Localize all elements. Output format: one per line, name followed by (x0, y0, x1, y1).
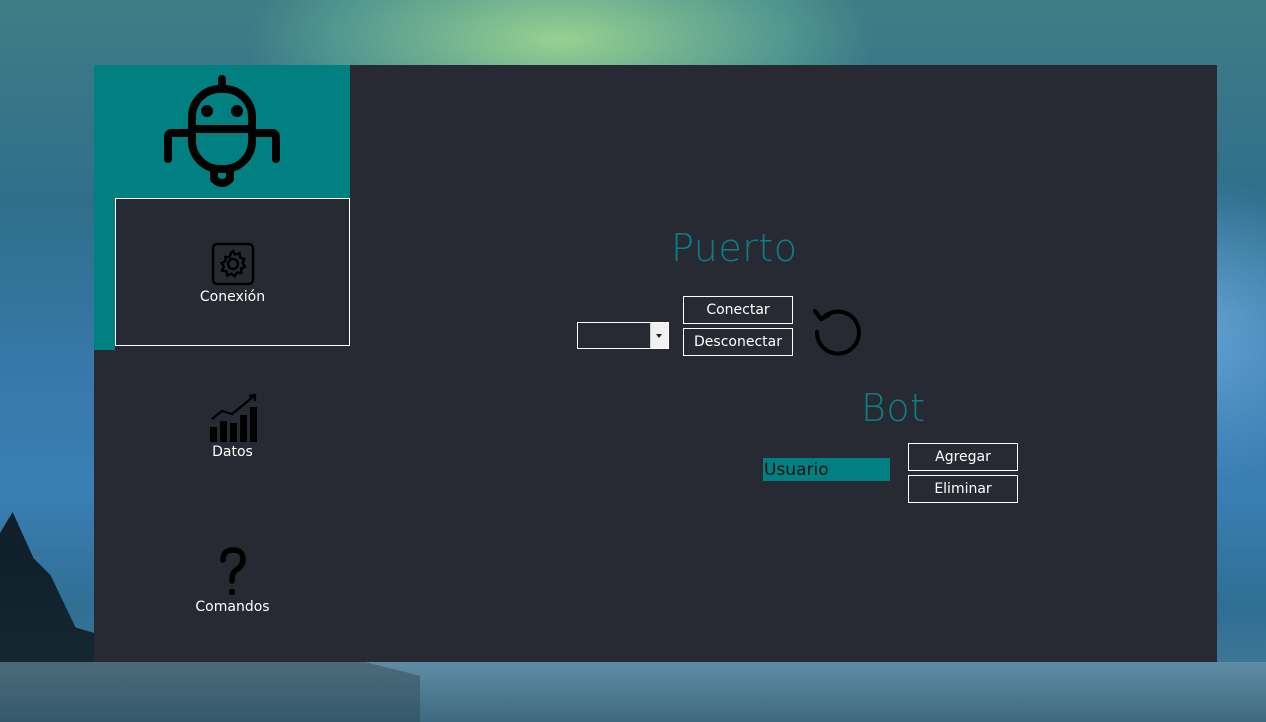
remove-button[interactable]: Eliminar (908, 475, 1018, 503)
nav-item-conexion[interactable]: Conexión (115, 198, 350, 346)
gear-icon (211, 242, 254, 286)
robot-icon (164, 75, 280, 187)
question-icon (219, 547, 246, 596)
nav-item-comandos[interactable]: Comandos (115, 508, 350, 656)
nav-label-conexion: Conexión (199, 289, 266, 305)
nav-item-datos[interactable]: Datos (115, 353, 350, 501)
port-section-title: Puerto (671, 226, 798, 270)
chart-icon (209, 393, 257, 442)
user-input[interactable] (763, 458, 890, 481)
app-window: Conexión Datos Comandos Puerto Conectar … (94, 65, 1217, 662)
refresh-icon[interactable] (811, 305, 863, 357)
nav-label-comandos: Comandos (195, 599, 270, 615)
logo-panel (94, 65, 350, 198)
port-select-dropdown-button[interactable] (650, 323, 668, 348)
nav-label-datos: Datos (212, 444, 253, 460)
bot-section-title: Bot (861, 386, 926, 430)
desktop-sea (0, 662, 1266, 722)
port-select[interactable] (577, 322, 669, 349)
disconnect-button[interactable]: Desconectar (683, 328, 793, 356)
chevron-down-icon (656, 334, 662, 338)
connect-button[interactable]: Conectar (683, 296, 793, 324)
active-indicator (94, 198, 115, 350)
add-button[interactable]: Agregar (908, 443, 1018, 471)
